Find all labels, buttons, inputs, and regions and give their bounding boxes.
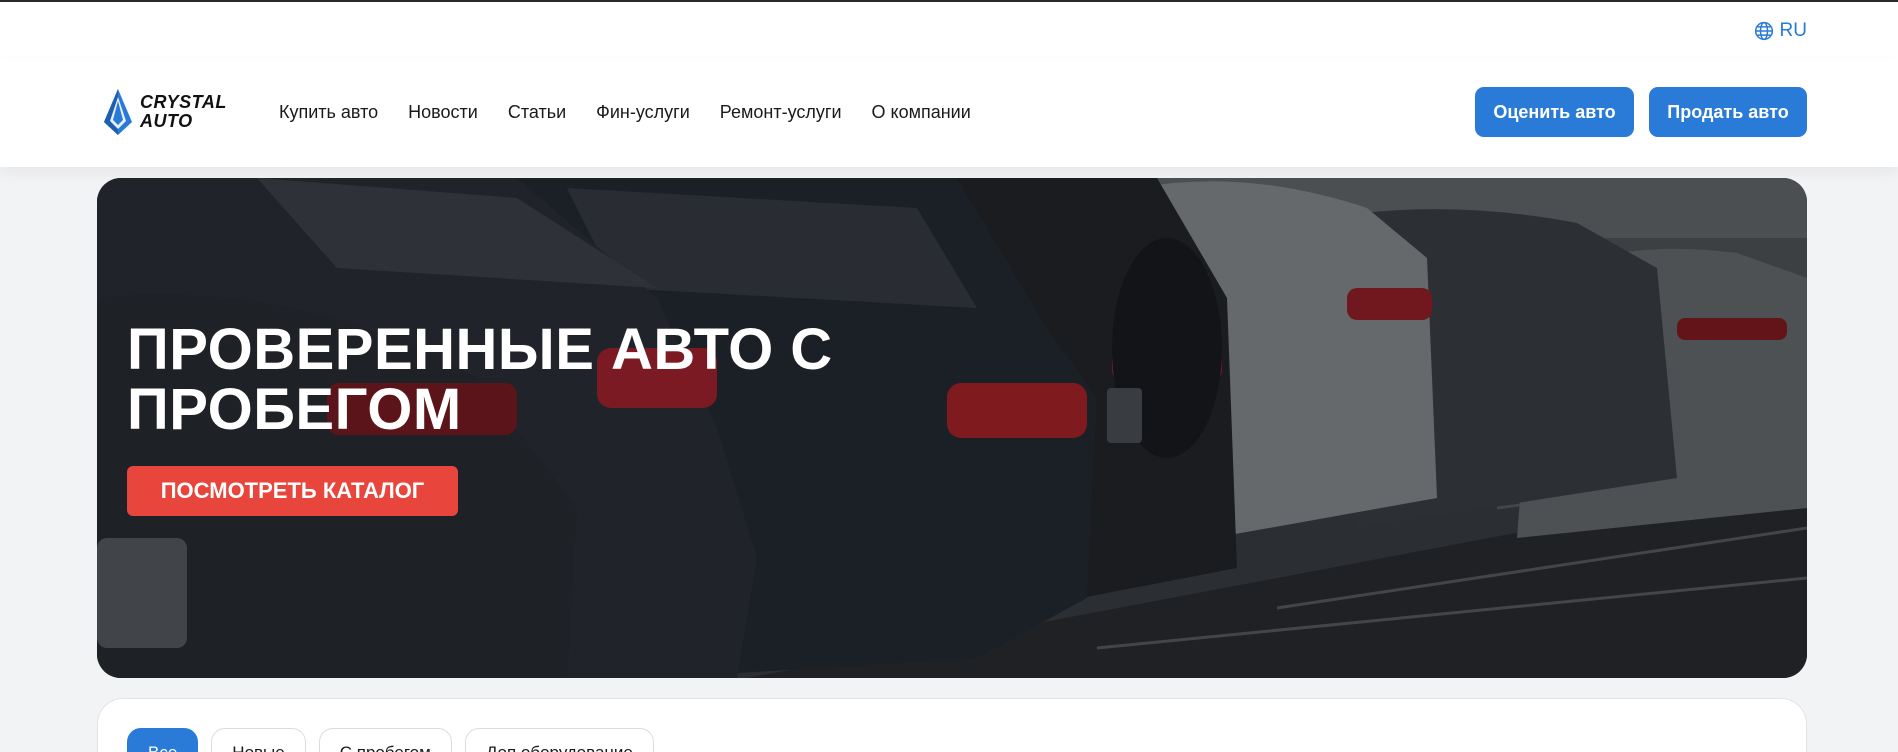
hero-banner: ПРОВЕРЕННЫЕ АВТО С ПРОБЕГОМ ПОСМОТРЕТЬ К… (97, 178, 1807, 678)
filter-chip-all[interactable]: Все (127, 728, 199, 752)
nav-buy-car[interactable]: Купить авто (279, 102, 378, 123)
estimate-car-button[interactable]: Оценить авто (1475, 87, 1634, 137)
language-switcher[interactable]: RU (1754, 20, 1807, 42)
filter-chip-used[interactable]: С пробегом (318, 728, 452, 752)
nav-articles[interactable]: Статьи (508, 102, 566, 123)
site-header: CRYSTAL AUTO Купить авто Новости Статьи … (0, 60, 1898, 167)
top-bar: RU (0, 2, 1898, 60)
catalog-filter-panel: Все Новые С пробегом Доп.оборудование (97, 698, 1807, 752)
crystal-logo-icon (104, 89, 132, 135)
hero-title: ПРОВЕРЕННЫЕ АВТО С ПРОБЕГОМ (127, 317, 833, 442)
view-catalog-button[interactable]: ПОСМОТРЕТЬ КАТАЛОГ (127, 466, 458, 516)
nav-about[interactable]: О компании (872, 102, 971, 123)
nav-finance-services[interactable]: Фин-услуги (596, 102, 690, 123)
nav-news[interactable]: Новости (408, 102, 478, 123)
logo-line-1: CRYSTAL (140, 92, 227, 112)
main-nav: Купить авто Новости Статьи Фин-услуги Ре… (279, 102, 971, 123)
filter-chip-new[interactable]: Новые (211, 728, 306, 752)
logo-line-2: AUTO (140, 111, 193, 131)
sell-car-button[interactable]: Продать авто (1649, 87, 1807, 137)
nav-repair-services[interactable]: Ремонт-услуги (720, 102, 842, 123)
filter-chips: Все Новые С пробегом Доп.оборудование (127, 728, 654, 752)
logo[interactable]: CRYSTAL AUTO (102, 88, 227, 136)
globe-icon (1754, 21, 1773, 41)
language-label: RU (1779, 20, 1807, 41)
filter-chip-extra-equipment[interactable]: Доп.оборудование (464, 728, 654, 752)
